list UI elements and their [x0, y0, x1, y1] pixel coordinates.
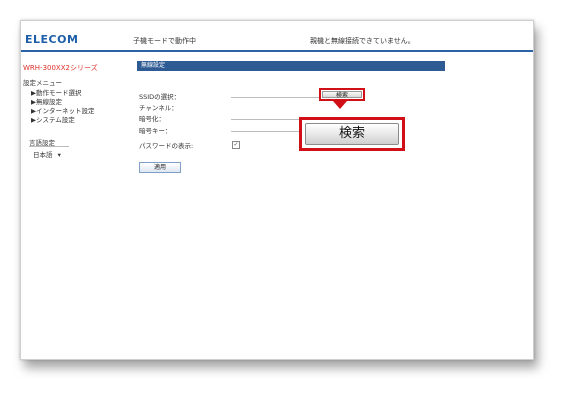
ssid-input[interactable] [231, 97, 319, 98]
elecom-logo: ELECOM [25, 33, 79, 46]
apply-button[interactable]: 適用 [139, 162, 181, 173]
encryption-key-label: 暗号キー： [139, 127, 172, 135]
section-title-bar: 無線設定 [137, 61, 445, 71]
language-divider [29, 146, 69, 147]
search-callout-highlight: 検索 [299, 117, 405, 151]
search-button-highlight: 検索 [319, 88, 365, 101]
language-select[interactable]: 日本語 ▾ [33, 149, 61, 159]
connection-status-text: 親機と無線接続できていません。 [310, 37, 415, 45]
product-series-label: WRH-300XX2シリーズ [23, 64, 98, 72]
settings-menu-title: 設定メニュー [23, 79, 62, 87]
search-button[interactable]: 検索 [322, 91, 362, 99]
channel-label: チャンネル： [139, 104, 178, 112]
browser-window: ELECOM 子機モードで動作中 親機と無線接続できていません。 WRH-300… [20, 20, 534, 360]
language-value: 日本語 [33, 151, 53, 159]
mode-status-text: 子機モードで動作中 [133, 37, 196, 45]
search-button-zoom: 検索 [305, 123, 399, 145]
show-password-label: パスワードの表示: [139, 142, 194, 150]
sidebar-item-system[interactable]: ▶システム設定 [31, 114, 75, 124]
show-password-checkbox[interactable]: ✓ [232, 141, 240, 149]
encryption-label: 暗号化： [139, 115, 165, 123]
chevron-down-icon: ▾ [57, 151, 61, 159]
callout-arrow-icon [333, 101, 347, 109]
header-divider [21, 50, 533, 52]
ssid-label: SSIDの選択： [139, 93, 181, 101]
